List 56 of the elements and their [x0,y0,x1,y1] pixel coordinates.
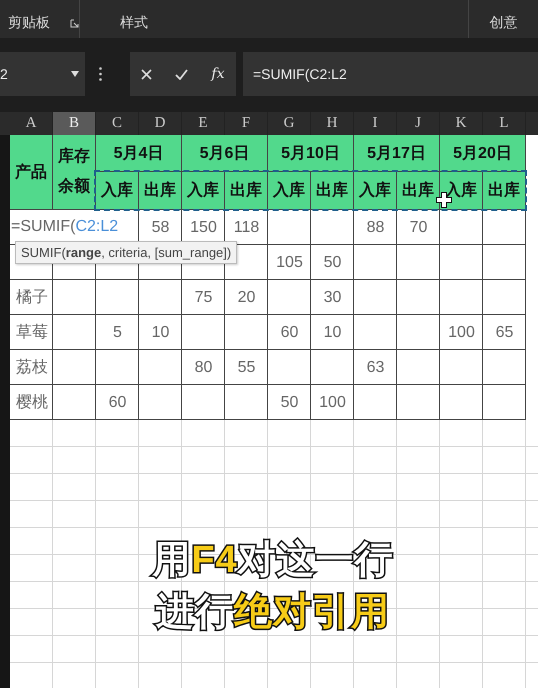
table-header-cell: 出库 [397,172,440,210]
table-header-cell: 入库 [268,172,311,210]
table-header-cell: 入库 [96,172,139,210]
table-cell-text: 60 [108,392,128,412]
table-cell-text: 10 [322,322,342,342]
table-header-cell: 产品 [10,135,53,210]
table-cell-text: 63 [366,358,386,378]
table-header-cell: 库存余额 [53,135,96,210]
table-cell-text: 100 [318,392,347,412]
table-cell-text: 樱桃 [15,393,49,413]
table-cell-text: 30 [322,288,342,308]
table-cell-text: 105 [275,252,304,272]
table-cell-text: 58 [150,218,170,238]
table-cell-text: 20 [236,288,256,308]
table-cell-text: 75 [194,288,214,308]
column-header[interactable]: B [53,112,96,135]
table-header-cell: 出库 [225,172,268,210]
table-cell-text: 80 [194,358,214,378]
table-cell-text: 草莓 [15,322,49,343]
ribbon-group-label: 样式 [120,14,148,32]
table-header-cell: 5月17日 [354,135,440,172]
table-cell-text: 橘子 [15,288,49,308]
table-header-cell: 出库 [483,172,526,210]
table-cell-text: 150 [189,218,218,238]
more-options-icon[interactable] [99,67,102,81]
table-header-cell: 入库 [182,172,225,210]
table-header-cell: 5月6日 [182,135,268,172]
table-cell-text: 10 [150,322,170,342]
table-cell-text: 50 [322,252,342,272]
table-cell-text: 65 [494,322,514,342]
table-header-cell: 5月4日 [96,135,182,172]
table-header-cell: 5月20日 [440,135,526,172]
table-cell-text: 50 [280,392,300,412]
table-cell-text: 60 [280,322,300,342]
table-header-cell: 入库 [354,172,397,210]
table-cell-text: 70 [408,218,428,238]
table-cell-text: 100 [447,322,476,342]
dialog-launcher-icon[interactable] [70,18,79,28]
insert-function-button[interactable]: fx [211,66,224,82]
function-tooltip: SUMIF(range, criteria, [sum_range]) [15,241,238,264]
formula-input[interactable]: =SUMIF(C2:L2 [243,52,538,96]
name-box[interactable]: 2 [0,52,85,96]
table-header-cell: 出库 [311,172,354,210]
dropdown-caret-icon[interactable] [71,71,79,77]
caption-line: 用F4对这一行 [152,538,394,584]
table-cell-text: 荔枝 [15,358,49,378]
ribbon-group-label: 创意 [490,14,518,32]
table-cell-text: 55 [236,358,256,378]
table-header-cell: 5月10日 [268,135,354,172]
table-cell-text: 118 [232,218,260,238]
check-icon[interactable] [175,68,188,80]
table-header-cell: 出库 [139,172,182,210]
table-cell-text: 5 [112,322,123,342]
ribbon-group-label: 剪贴板 [8,14,50,32]
table-cell-text: 88 [366,218,386,238]
cancel-icon[interactable] [141,68,152,80]
